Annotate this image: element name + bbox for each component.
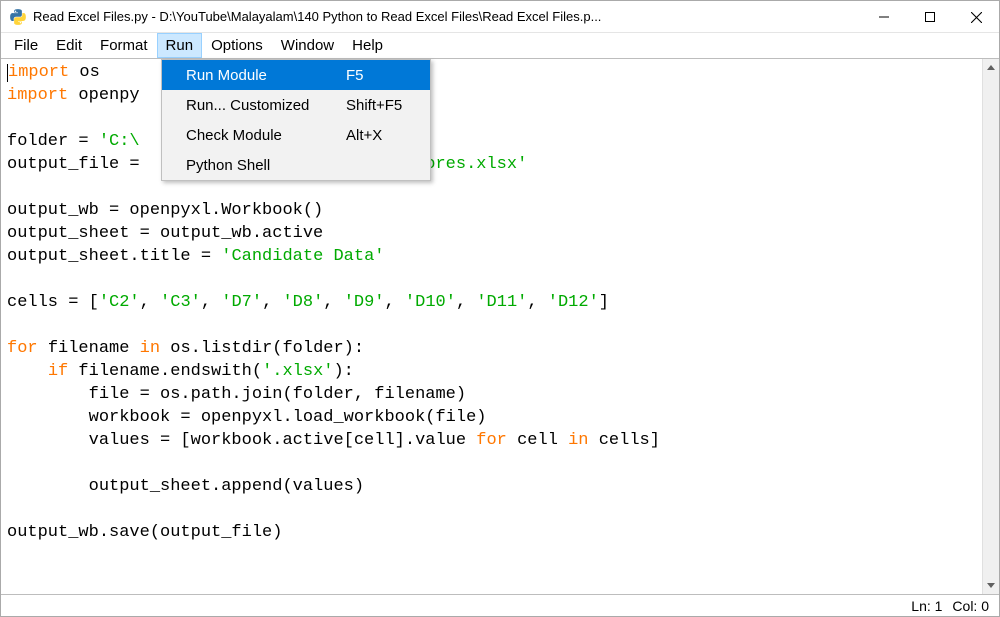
menu-options[interactable]: Options	[202, 33, 272, 58]
editor-area: import os import openpy folder = 'C:\ ou…	[1, 59, 999, 594]
menu-edit[interactable]: Edit	[47, 33, 91, 58]
dropdown-run-module[interactable]: Run Module F5	[162, 60, 430, 90]
dropdown-item-accel: F5	[346, 67, 416, 84]
menubar: File Edit Format Run Options Window Help…	[1, 33, 999, 59]
dropdown-item-accel: Shift+F5	[346, 97, 416, 114]
dropdown-check-module[interactable]: Check Module Alt+X	[162, 120, 430, 150]
window-controls	[861, 1, 999, 32]
maximize-button[interactable]	[907, 1, 953, 33]
statusbar: Ln: 1 Col: 0	[1, 594, 999, 616]
code-editor[interactable]: import os import openpy folder = 'C:\ ou…	[1, 59, 982, 594]
status-col: Col: 0	[952, 598, 989, 614]
menu-file[interactable]: File	[5, 33, 47, 58]
vertical-scrollbar[interactable]	[982, 59, 999, 594]
menu-help[interactable]: Help	[343, 33, 392, 58]
dropdown-item-label: Check Module	[186, 127, 346, 144]
dropdown-item-accel: Alt+X	[346, 127, 416, 144]
dropdown-item-label: Run Module	[186, 67, 346, 84]
dropdown-item-label: Python Shell	[186, 157, 346, 174]
python-icon	[9, 8, 27, 26]
dropdown-python-shell[interactable]: Python Shell	[162, 150, 430, 180]
menu-format[interactable]: Format	[91, 33, 157, 58]
window: Read Excel Files.py - D:\YouTube\Malayal…	[0, 0, 1000, 617]
scroll-down-arrow[interactable]	[983, 577, 1000, 594]
close-button[interactable]	[953, 1, 999, 33]
minimize-button[interactable]	[861, 1, 907, 33]
dropdown-item-label: Run... Customized	[186, 97, 346, 114]
titlebar: Read Excel Files.py - D:\YouTube\Malayal…	[1, 1, 999, 33]
status-line: Ln: 1	[911, 598, 942, 614]
menu-run[interactable]: Run	[157, 33, 203, 58]
run-dropdown: Run Module F5 Run... Customized Shift+F5…	[161, 59, 431, 181]
dropdown-run-customized[interactable]: Run... Customized Shift+F5	[162, 90, 430, 120]
scroll-up-arrow[interactable]	[983, 59, 1000, 76]
menu-window[interactable]: Window	[272, 33, 343, 58]
window-title: Read Excel Files.py - D:\YouTube\Malayal…	[33, 9, 861, 24]
